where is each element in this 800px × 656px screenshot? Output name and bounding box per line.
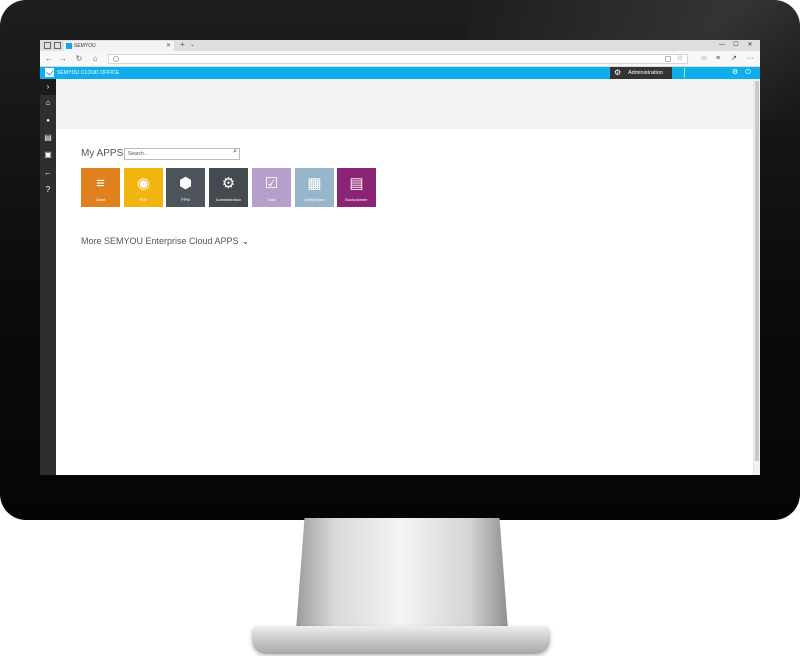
tab-preview-icon[interactable] bbox=[54, 42, 61, 49]
app-tile-gantt[interactable]: ≡ Gantt bbox=[81, 168, 120, 207]
screen: SEMYOU ✕ + ⌄ — ☐ ✕ ← → ↻ ⌂ ☆ ☆ ≡ ↗ ··· S… bbox=[40, 40, 760, 475]
tile-label: Bookplanner bbox=[345, 197, 368, 202]
app-tile-pdf[interactable]: ◉ PDF bbox=[124, 168, 163, 207]
more-apps-toggle[interactable]: More SEMYOU Enterprise Cloud APPS ⌄ bbox=[81, 236, 249, 247]
expand-chevron-icon[interactable]: › bbox=[40, 79, 56, 95]
scrollbar-thumb[interactable] bbox=[755, 81, 759, 461]
new-tab-icon[interactable]: + bbox=[180, 40, 185, 50]
favorites-icon[interactable]: ☆ bbox=[698, 53, 710, 65]
tile-label: VerityBoard bbox=[304, 197, 325, 202]
pdf-icon: ◉ bbox=[136, 175, 151, 192]
reading-view-icon[interactable] bbox=[665, 56, 671, 62]
tile-label: Task bbox=[267, 197, 276, 202]
my-apps-title: My APPS bbox=[81, 148, 124, 159]
tab-title: SEMYOU bbox=[74, 43, 96, 49]
url-input[interactable]: ☆ bbox=[108, 54, 688, 64]
maximize-icon[interactable]: ☐ bbox=[730, 40, 742, 51]
gears-icon: ⚙ bbox=[221, 175, 236, 192]
site-info-icon[interactable] bbox=[113, 56, 119, 62]
app-tile-administration[interactable]: ⚙ Administration bbox=[209, 168, 248, 207]
forward-icon[interactable]: → bbox=[58, 53, 68, 65]
monitor-stand-neck bbox=[296, 518, 508, 630]
app-tile-bookplanner[interactable]: ▤ Bookplanner bbox=[337, 168, 376, 207]
chevron-down-icon: ⌄ bbox=[241, 236, 250, 246]
ppm-icon: ⬢ bbox=[178, 175, 193, 192]
bookplanner-icon: ▤ bbox=[349, 175, 364, 192]
tab-set-aside-icon[interactable] bbox=[44, 42, 51, 49]
search-icon[interactable]: ⌕ bbox=[233, 148, 237, 156]
gears-icon: ⚙ bbox=[614, 68, 622, 77]
semyou-logo-icon[interactable] bbox=[45, 68, 54, 77]
user-icon[interactable]: ● bbox=[40, 113, 56, 129]
document-icon[interactable]: ▤ bbox=[40, 130, 56, 146]
favorite-star-icon[interactable]: ☆ bbox=[677, 54, 683, 62]
home-browser-icon[interactable]: ⌂ bbox=[90, 53, 100, 65]
more-icon[interactable]: ··· bbox=[744, 53, 756, 65]
app-tile-ppm[interactable]: ⬢ PPM bbox=[166, 168, 205, 207]
tile-label: PPM bbox=[181, 197, 190, 202]
settings-icon[interactable]: ⚙ bbox=[730, 67, 740, 79]
more-apps-label: More SEMYOU Enterprise Cloud APPS bbox=[81, 236, 239, 246]
administration-tab[interactable]: ⚙ Administration bbox=[610, 67, 672, 79]
tile-label: Gantt bbox=[95, 197, 106, 202]
power-icon[interactable]: ⏻ bbox=[743, 67, 753, 79]
sidebar: › ⌂ ● ▤ ▣ ← ? bbox=[40, 79, 56, 475]
share-icon[interactable]: ↗ bbox=[728, 53, 740, 65]
tab-menu-icon[interactable]: ⌄ bbox=[190, 40, 195, 50]
gantt-icon: ≡ bbox=[96, 175, 105, 192]
contacts-icon[interactable]: ▣ bbox=[40, 147, 56, 163]
app-title: SEMYOU CLOUD OFFICE bbox=[57, 70, 120, 76]
app-tile-task[interactable]: ☑ Task bbox=[252, 168, 291, 207]
header-band bbox=[56, 79, 753, 129]
app-tile-verityboard[interactable]: ▦ VerityBoard bbox=[295, 168, 334, 207]
browser-tab-bar: SEMYOU ✕ + ⌄ — ☐ ✕ bbox=[40, 40, 760, 51]
app-search-input[interactable] bbox=[128, 149, 228, 159]
tile-label: PDF bbox=[139, 197, 148, 202]
home-icon[interactable]: ⌂ bbox=[40, 95, 56, 111]
task-checkbox-icon: ☑ bbox=[264, 175, 279, 192]
back-icon[interactable]: ← bbox=[44, 53, 54, 65]
board-icon: ▦ bbox=[307, 175, 322, 192]
administration-label: Administration bbox=[628, 70, 663, 76]
browser-tab[interactable]: SEMYOU ✕ bbox=[64, 41, 174, 51]
help-icon[interactable]: ? bbox=[40, 182, 56, 198]
back-arrow-icon[interactable]: ← bbox=[40, 165, 56, 181]
main-content: My APPS ⌕ ≡ Gantt ◉ PDF ⬢ PPM ⚙ Administ… bbox=[56, 79, 753, 475]
refresh-icon[interactable]: ↻ bbox=[74, 53, 84, 65]
header-divider bbox=[684, 68, 685, 78]
close-window-icon[interactable]: ✕ bbox=[744, 40, 756, 51]
tab-close-icon[interactable]: ✕ bbox=[166, 41, 171, 51]
vertical-scrollbar[interactable] bbox=[753, 79, 760, 475]
app-search-box: ⌕ bbox=[124, 148, 240, 160]
reading-list-icon[interactable]: ≡ bbox=[712, 53, 724, 65]
monitor-stand-base bbox=[252, 626, 550, 654]
tile-label: Administration bbox=[215, 197, 242, 202]
tab-favicon-icon bbox=[66, 43, 72, 49]
app-header: SEMYOU CLOUD OFFICE ⚙ Administration ⚙ ⏻ bbox=[40, 67, 760, 79]
address-bar: ← → ↻ ⌂ ☆ ☆ ≡ ↗ ··· bbox=[40, 51, 760, 67]
minimize-icon[interactable]: — bbox=[716, 40, 728, 51]
